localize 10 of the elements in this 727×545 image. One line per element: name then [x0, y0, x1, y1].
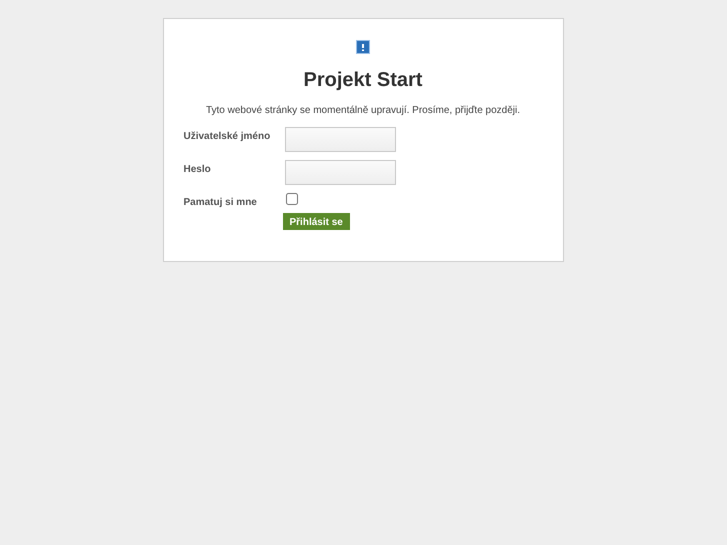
field-label: Heslo	[184, 163, 212, 175]
field-label: Pamatuj si mne	[184, 196, 258, 208]
page-title: Projekt Start	[302, 68, 424, 92]
remember-checkbox[interactable]	[286, 193, 298, 205]
password-field[interactable]	[284, 160, 396, 185]
username-field[interactable]	[284, 127, 396, 152]
broken-image-icon	[356, 40, 370, 54]
login-button[interactable]: Přihlásit se	[282, 213, 350, 230]
field-label: Uživatelské jméno	[184, 130, 272, 142]
maintenance-message: Tyto webové stránky se momentálně upravují. Prosíme, přijďte později.	[204, 104, 522, 118]
